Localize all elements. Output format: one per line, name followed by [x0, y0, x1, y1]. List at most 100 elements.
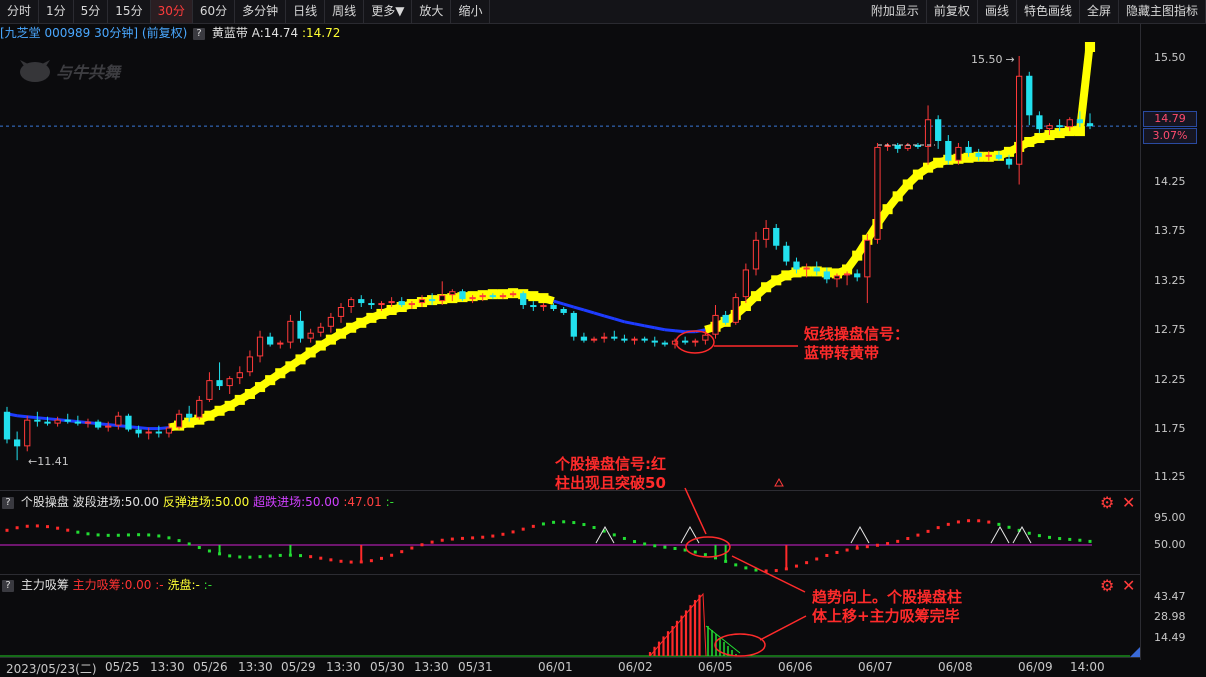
- candle-body: [742, 269, 750, 298]
- oscillator-point: [552, 520, 556, 524]
- time-label: 14:00: [1070, 660, 1105, 674]
- ind1-tick: 50.00: [1154, 538, 1186, 551]
- oscillator-point: [248, 555, 252, 559]
- period-tab-daily[interactable]: 日线: [286, 0, 326, 23]
- oscillator-point: [946, 522, 950, 526]
- scroll-corner-icon[interactable]: [1130, 647, 1140, 657]
- period-tab-60min[interactable]: 60分: [193, 0, 236, 23]
- oscillator-point: [896, 539, 900, 543]
- period-tab-30min[interactable]: 30分: [150, 0, 193, 23]
- oscillator-point: [835, 550, 839, 554]
- time-label: 13:30: [326, 660, 361, 674]
- band-segment: [613, 317, 625, 324]
- band-block: [528, 291, 539, 302]
- oscillator-point: [967, 519, 971, 523]
- candle-body: [74, 421, 81, 424]
- candle-body: [115, 415, 122, 426]
- indicator2-chart[interactable]: [0, 592, 1140, 657]
- band-block: [244, 388, 255, 399]
- candle-body: [509, 293, 517, 296]
- oscillator-point: [238, 555, 242, 559]
- oscillator-point: [450, 537, 454, 541]
- candle-body: [125, 415, 132, 430]
- oscillator-point: [491, 534, 495, 538]
- oscillator-point: [471, 536, 475, 540]
- main-price-chart[interactable]: [0, 42, 1140, 490]
- period-tab-fenshi[interactable]: 分时: [0, 0, 40, 23]
- oscillator-point: [825, 553, 829, 557]
- oscillator-point: [440, 538, 444, 542]
- fullscreen-button[interactable]: 全屏: [1080, 0, 1119, 23]
- candle-body: [702, 334, 709, 341]
- candle-body: [84, 421, 92, 424]
- oscillator-point: [956, 520, 960, 524]
- price-tick: 11.75: [1154, 422, 1186, 435]
- price-tick: 11.25: [1154, 470, 1186, 483]
- time-axis: 2023/05/23(二) 05/25 13:30 05/26 13:30 05…: [0, 657, 1140, 676]
- band-block: [781, 270, 792, 281]
- period-tab-weekly[interactable]: 周线: [325, 0, 365, 23]
- candle-body: [550, 305, 557, 309]
- indicator1-chart[interactable]: [0, 510, 1140, 574]
- candle-body: [287, 320, 294, 343]
- ind1-tick: 95.00: [1154, 511, 1186, 524]
- price-tick: 15.50: [1154, 51, 1186, 64]
- oscillator-point: [228, 554, 232, 558]
- band-block: [761, 282, 772, 293]
- help-icon[interactable]: ?: [2, 496, 14, 509]
- candle-body: [307, 332, 314, 339]
- band-block: [1024, 136, 1035, 147]
- candle-body: [256, 336, 264, 357]
- period-tab-5min[interactable]: 5分: [74, 0, 109, 23]
- band-block: [275, 368, 286, 379]
- oscillator-point: [329, 558, 333, 562]
- signal-peak-marker: [850, 525, 870, 544]
- more-dropdown-button[interactable]: 更多▼: [364, 0, 413, 23]
- oscillator-point: [703, 553, 707, 557]
- candle-body: [894, 144, 901, 149]
- indicator1-value: :47.01: [343, 495, 382, 509]
- indicator2-name: 主力吸筹: [20, 578, 69, 592]
- period-tab-15min[interactable]: 15分: [108, 0, 151, 23]
- oscillator-point: [339, 559, 343, 563]
- candle-body: [833, 275, 841, 280]
- oscillator-point: [906, 537, 910, 541]
- candle-body: [246, 356, 254, 373]
- oscillator-point: [734, 563, 738, 567]
- period-tab-1min[interactable]: 1分: [39, 0, 74, 23]
- help-icon[interactable]: ?: [193, 27, 206, 40]
- band-segment: [664, 328, 676, 333]
- help-icon[interactable]: ?: [2, 579, 14, 592]
- draw-line-button[interactable]: 画线: [978, 0, 1017, 23]
- period-tab-multi-min[interactable]: 多分钟: [235, 0, 287, 23]
- special-draw-button[interactable]: 特色画线: [1017, 0, 1080, 23]
- candle-body: [34, 419, 41, 422]
- forward-adjust-button[interactable]: 前复权: [927, 0, 978, 23]
- candle-body: [965, 146, 972, 153]
- band-block: [852, 250, 863, 261]
- band-block: [204, 410, 215, 421]
- time-label: 13:30: [150, 660, 185, 674]
- time-label: 06/07: [858, 660, 893, 674]
- zoom-out-button[interactable]: 缩小: [451, 0, 491, 23]
- band-block: [305, 347, 316, 358]
- hide-main-indicator-button[interactable]: 隐藏主图指标: [1119, 0, 1206, 23]
- oscillator-point: [886, 542, 890, 546]
- candle-body: [1036, 115, 1043, 130]
- band-segment: [16, 414, 28, 419]
- price-tick: 14.25: [1154, 175, 1186, 188]
- zoom-in-button[interactable]: 放大: [412, 0, 452, 23]
- band-block: [902, 179, 913, 190]
- oscillator-point: [977, 519, 981, 523]
- note-line: 趋势向上。个股操盘柱: [812, 588, 963, 606]
- candle-body: [580, 336, 588, 341]
- extra-display-button[interactable]: 附加显示: [864, 0, 927, 23]
- oscillator-point: [420, 543, 424, 547]
- band-segment: [603, 314, 615, 321]
- band-segment: [583, 308, 595, 315]
- band-block: [325, 334, 336, 345]
- candle-body: [621, 338, 628, 341]
- price-tick: 13.25: [1154, 274, 1186, 287]
- candle-body: [611, 336, 618, 339]
- band-block: [224, 400, 235, 411]
